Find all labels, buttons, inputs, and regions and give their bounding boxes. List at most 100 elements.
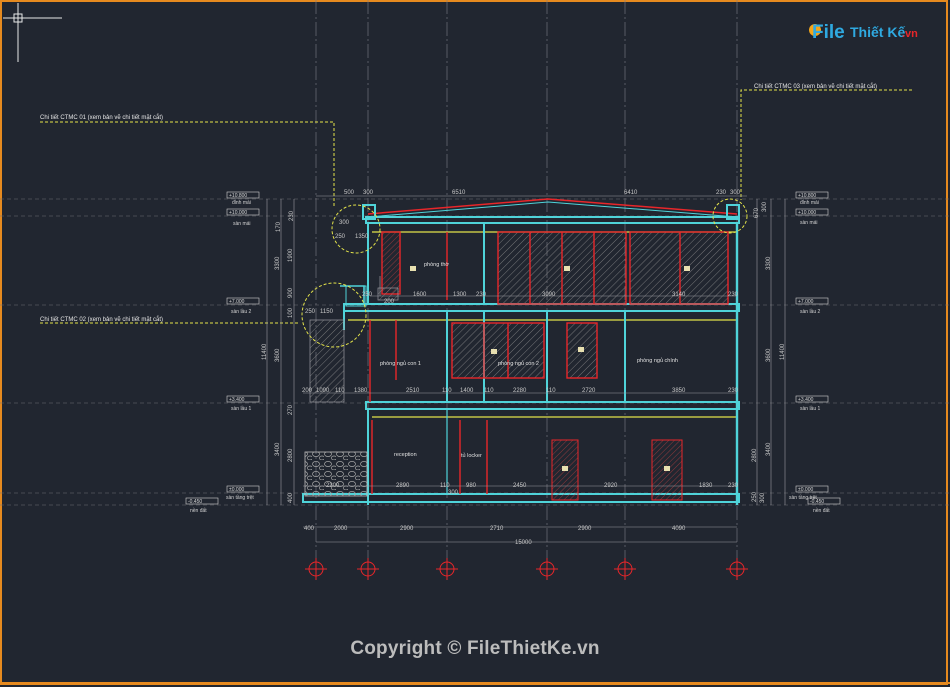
svg-text:170: 170	[276, 221, 282, 232]
svg-text:2280: 2280	[513, 388, 527, 394]
building-section	[301, 198, 748, 505]
svg-text:1150: 1150	[320, 309, 334, 315]
svg-text:1900: 1900	[288, 248, 294, 262]
callout-detail-1: Chi tiết CTMC 01 (xem bản vẽ chi tiết mặ…	[40, 114, 163, 121]
svg-text:3600: 3600	[275, 348, 281, 362]
room-label-child1: phòng ngủ con 1	[380, 360, 421, 367]
svg-text:2450: 2450	[513, 483, 527, 489]
svg-text:250: 250	[752, 491, 758, 502]
svg-text:2720: 2720	[582, 388, 596, 394]
svg-text:1600: 1600	[413, 292, 427, 298]
stair	[309, 276, 399, 403]
svg-text:1300: 1300	[453, 292, 467, 298]
svg-text:2300: 2300	[326, 483, 340, 489]
svg-text:3090: 3090	[542, 292, 556, 298]
dimension-top: 500 300 6510 6410 230 300	[316, 190, 747, 197]
callouts: Chi tiết CTMC 01 (xem bản vẽ chi tiết mặ…	[40, 83, 877, 323]
svg-text:230: 230	[728, 388, 739, 394]
svg-text:2800: 2800	[288, 448, 294, 462]
logo-file: File	[812, 22, 845, 43]
level-right-5-value: ±0.000	[798, 487, 813, 493]
svg-text:900: 900	[288, 287, 294, 298]
svg-text:110: 110	[442, 388, 452, 394]
svg-text:4090: 4090	[672, 526, 686, 532]
level-markers-left: +10.800 đỉnh mái +10.000 sàn mái +7.000 …	[185, 191, 260, 514]
svg-text:250: 250	[305, 309, 316, 315]
svg-text:2900: 2900	[400, 526, 414, 532]
level-right-1-name: đỉnh mái	[800, 199, 819, 206]
logo-tld: .vn	[902, 28, 918, 40]
level-left-2-name: sàn mái	[233, 221, 251, 227]
room-label-altar: phòng thờ	[424, 262, 449, 268]
callout-leaders	[40, 89, 912, 324]
svg-text:2800: 2800	[752, 448, 758, 462]
svg-text:11400: 11400	[262, 343, 268, 360]
svg-text:1350: 1350	[355, 234, 369, 240]
svg-text:250: 250	[362, 292, 373, 298]
svg-text:6510: 6510	[452, 190, 466, 196]
svg-text:230: 230	[716, 190, 727, 196]
room-label-master: phòng ngủ chính	[637, 357, 678, 364]
level-left-2-value: +10.000	[229, 210, 247, 216]
svg-text:300: 300	[363, 190, 374, 196]
section-drawing: Chi tiết CTMC 01 (xem bản vẽ chi tiết mặ…	[0, 0, 950, 685]
logo-name: Thiết Kế	[850, 24, 905, 40]
callout-detail-3: Chi tiết CTMC 03 (xem bản vẽ chi tiết mặ…	[754, 83, 877, 90]
svg-text:1380: 1380	[354, 388, 368, 394]
svg-text:3140: 3140	[672, 292, 686, 298]
svg-text:3300: 3300	[275, 256, 281, 270]
level-right-1-value: +10.800	[798, 193, 816, 199]
svg-text:980: 980	[466, 483, 477, 489]
svg-text:230: 230	[728, 483, 739, 489]
svg-text:230: 230	[289, 210, 295, 221]
svg-text:3400: 3400	[275, 442, 281, 456]
svg-text:2920: 2920	[604, 483, 618, 489]
svg-text:3300: 3300	[766, 256, 772, 270]
svg-text:200: 200	[302, 388, 313, 394]
svg-text:3850: 3850	[672, 388, 686, 394]
level-left-5-name: sàn tầng trệt	[226, 495, 254, 501]
svg-text:300: 300	[762, 201, 768, 212]
callout-detail-2: Chi tiết CTMC 02 (xem bản vẽ chi tiết mặ…	[40, 316, 163, 323]
svg-text:670: 670	[754, 207, 760, 218]
roof-line	[367, 198, 738, 215]
room-label-child2: phòng ngủ con 2	[498, 360, 539, 367]
svg-text:230: 230	[728, 292, 739, 298]
svg-text:300: 300	[339, 220, 350, 226]
svg-text:2900: 2900	[578, 526, 592, 532]
dimension-middle: 200 1090 110 1380 2510 110 1400 110 2280…	[302, 388, 739, 394]
stone-wall	[304, 451, 368, 497]
svg-text:15000: 15000	[515, 540, 532, 546]
svg-text:2710: 2710	[490, 526, 504, 532]
svg-text:1400: 1400	[460, 388, 474, 394]
svg-text:300: 300	[760, 492, 766, 503]
svg-text:1090: 1090	[316, 388, 330, 394]
svg-text:400: 400	[304, 526, 315, 532]
svg-text:100: 100	[288, 307, 294, 318]
level-left-6-name: nền đất	[190, 508, 207, 514]
level-right-6-name: nền đất	[813, 508, 830, 514]
ucs-crosshair	[3, 3, 62, 62]
level-left-5-value: ±0.000	[229, 487, 244, 493]
dimension-roof: 300 250 1350	[335, 220, 369, 240]
svg-text:6410: 6410	[624, 190, 638, 196]
svg-text:110: 110	[335, 388, 345, 394]
svg-text:1830: 1830	[699, 483, 713, 489]
copyright-watermark: Copyright © FileThietKe.vn	[350, 638, 600, 659]
svg-text:11400: 11400	[780, 343, 786, 360]
level-right-2-value: +10.000	[798, 210, 816, 216]
svg-text:110: 110	[546, 388, 556, 394]
filethietke-logo: File Thiết Kế .vn	[808, 8, 926, 46]
dimension-vertical-right: 300 670 3300 11400 3600 3400 2800 250 30…	[752, 199, 786, 505]
svg-text:300: 300	[730, 190, 741, 196]
svg-text:400: 400	[288, 492, 294, 503]
svg-text:3400: 3400	[766, 442, 772, 456]
svg-text:2510: 2510	[406, 388, 420, 394]
dimension-vertical-left: 170 230 3300 1900 900 11400 3600 3400 28…	[262, 199, 295, 505]
level-markers-right: +10.800 đỉnh mái +10.000 sàn mái +7.000 …	[789, 191, 841, 514]
svg-text:250: 250	[335, 234, 346, 240]
svg-text:2000: 2000	[334, 526, 348, 532]
level-right-3-name: sàn lầu 2	[800, 309, 821, 315]
svg-text:270: 270	[288, 404, 294, 415]
svg-text:200: 200	[384, 299, 395, 305]
